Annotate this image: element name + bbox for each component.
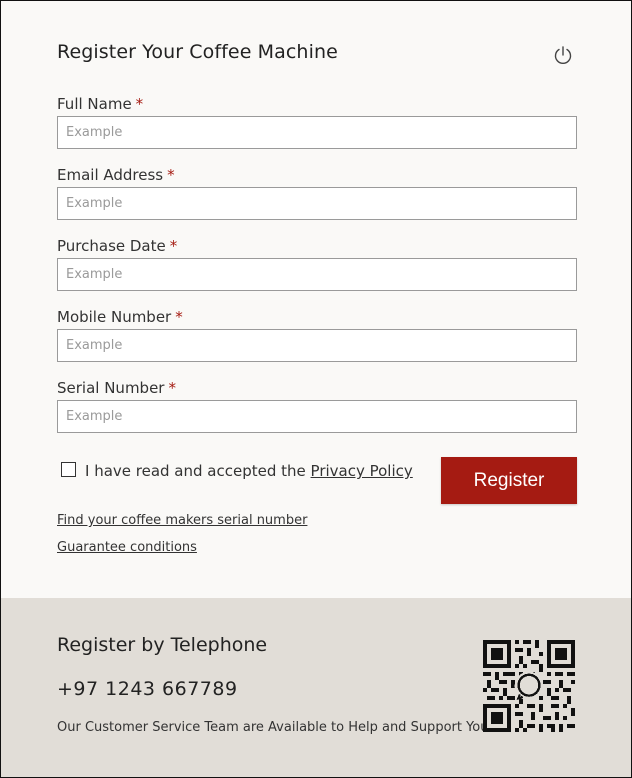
required-marker: * xyxy=(167,166,175,184)
telephone-number[interactable]: +97 1243 667789 xyxy=(57,678,238,700)
mobile-number-label-text: Mobile Number xyxy=(57,308,172,326)
serial-number-label: Serial Number * xyxy=(57,379,176,397)
full-name-label: Full Name * xyxy=(57,95,143,113)
email-label-text: Email Address xyxy=(57,166,164,184)
mobile-number-input[interactable] xyxy=(57,329,577,362)
support-text: Our Customer Service Team are Available … xyxy=(57,720,493,735)
purchase-date-label-text: Purchase Date xyxy=(57,237,166,255)
email-label: Email Address * xyxy=(57,166,175,184)
required-marker: * xyxy=(135,95,144,113)
serial-number-input[interactable] xyxy=(57,400,577,433)
qr-code-icon[interactable] xyxy=(483,640,575,732)
registration-panel: Register Your Coffee Machine Full Name * … xyxy=(0,0,632,778)
email-input[interactable] xyxy=(57,187,577,220)
power-icon[interactable] xyxy=(553,45,573,65)
register-button[interactable]: Register xyxy=(441,457,577,504)
full-name-label-text: Full Name xyxy=(57,95,132,113)
consent-label: I have read and accepted the xyxy=(85,462,306,480)
privacy-policy-link[interactable]: Privacy Policy xyxy=(311,462,413,480)
mobile-number-label: Mobile Number * xyxy=(57,308,183,326)
full-name-input[interactable] xyxy=(57,116,577,149)
required-marker: * xyxy=(168,379,176,397)
privacy-checkbox[interactable] xyxy=(61,462,76,477)
telephone-section: Register by Telephone +97 1243 667789 Ou… xyxy=(1,598,631,777)
consent-text: I have read and accepted the Privacy Pol… xyxy=(85,462,413,480)
whatsapp-icon xyxy=(514,671,544,701)
serial-number-label-text: Serial Number xyxy=(57,379,165,397)
purchase-date-label: Purchase Date * xyxy=(57,237,177,255)
telephone-title: Register by Telephone xyxy=(57,634,268,656)
page-title: Register Your Coffee Machine xyxy=(57,41,338,63)
serial-number-help-link[interactable]: Find your coffee makers serial number xyxy=(57,513,307,528)
required-marker: * xyxy=(169,237,178,255)
required-marker: * xyxy=(175,308,183,326)
guarantee-conditions-link[interactable]: Guarantee conditions xyxy=(57,540,197,555)
purchase-date-input[interactable] xyxy=(57,258,577,291)
